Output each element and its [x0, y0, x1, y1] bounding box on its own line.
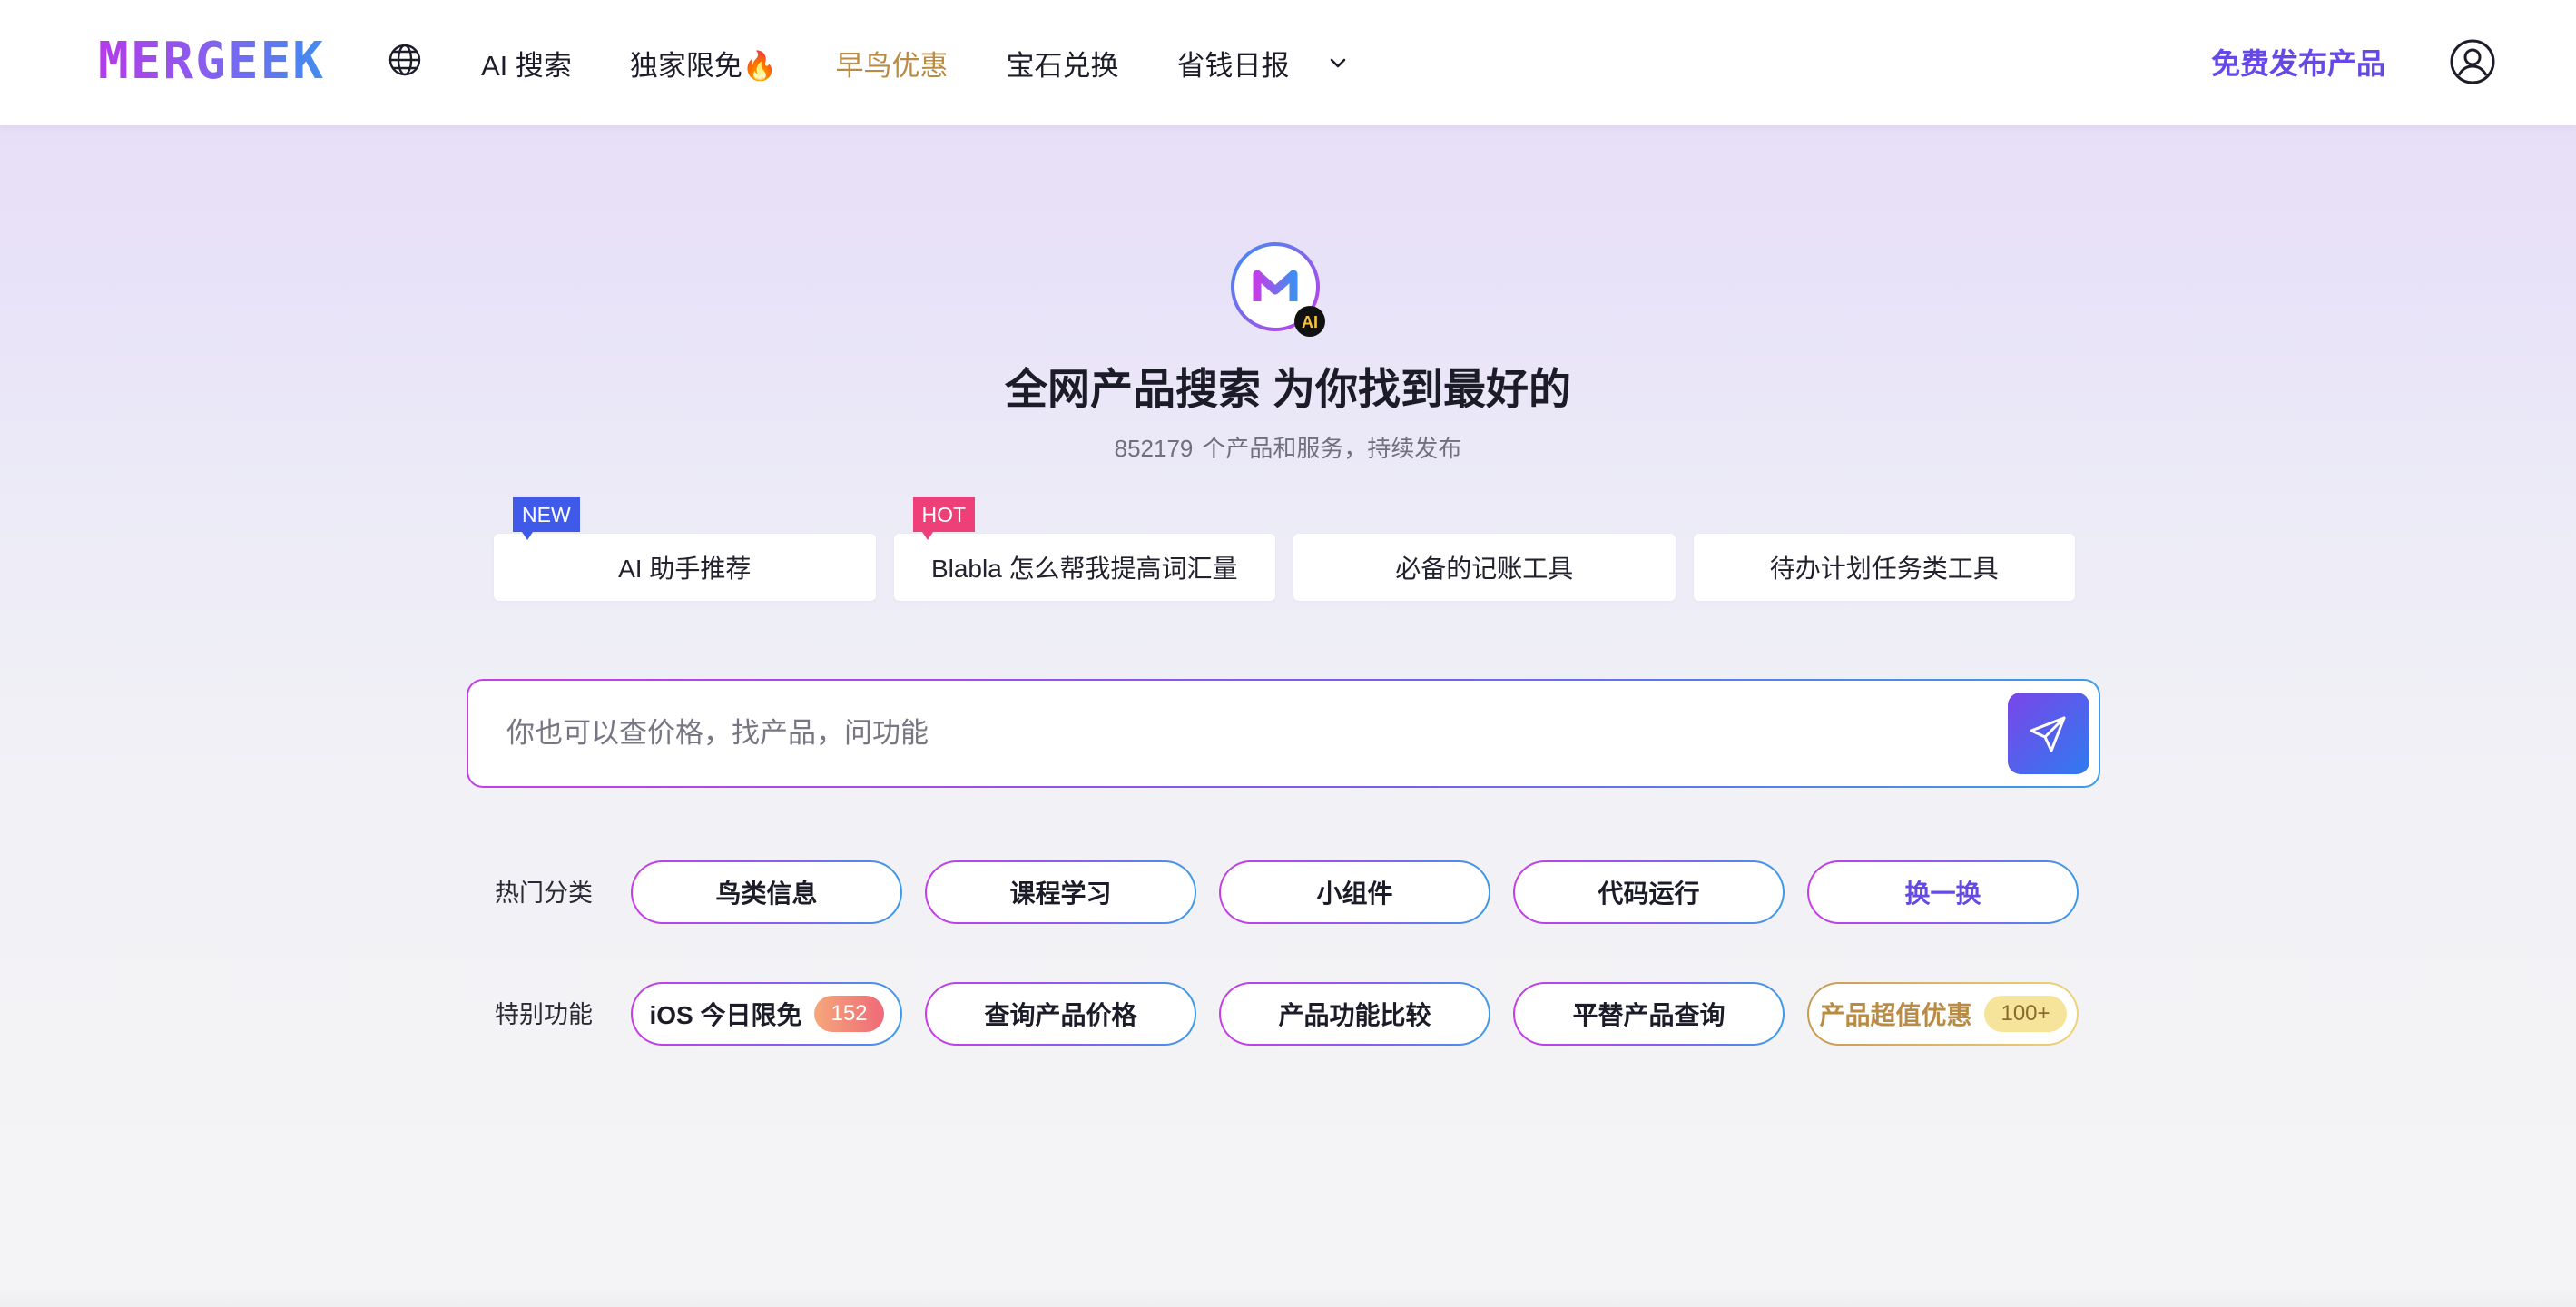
count-badge: 152 — [814, 996, 884, 1032]
feature-label: 查询产品价格 — [984, 1001, 1137, 1029]
ios-free-today-pill[interactable]: iOS 今日限免 152 — [631, 982, 902, 1046]
suggestion-label: 待办计划任务类工具 — [1769, 555, 1999, 583]
send-icon — [2030, 716, 2066, 752]
suggestion-card[interactable]: 必备的记账工具 — [1293, 534, 1676, 601]
feature-pill[interactable]: 产品功能比较 — [1219, 982, 1490, 1046]
suggestion-label: 必备的记账工具 — [1395, 555, 1574, 583]
suggestion-label: Blabla 怎么帮我提高词汇量 — [930, 555, 1238, 583]
new-tag: NEW — [513, 497, 580, 540]
hot-tag: HOT — [912, 497, 976, 540]
nav-savings-daily[interactable]: 省钱日报 — [1177, 43, 1290, 84]
category-label: 鸟类信息 — [715, 880, 818, 908]
feature-pill[interactable]: 查询产品价格 — [925, 982, 1196, 1046]
feature-label: 产品超值优惠 — [1819, 1001, 1972, 1029]
mergeek-ai-logo: AI — [1231, 242, 1325, 337]
special-features-label: 特别功能 — [495, 1001, 593, 1028]
user-icon[interactable] — [2449, 38, 2496, 85]
category-label: 课程学习 — [1009, 880, 1112, 908]
category-label: 小组件 — [1316, 880, 1393, 908]
product-count-subtitle: 852179 个产品和服务，持续发布 — [0, 430, 2576, 464]
nav-exclusive-free[interactable]: 独家限免🔥 — [630, 43, 778, 84]
refresh-label: 换一换 — [1904, 880, 1981, 908]
search-box-inner — [468, 681, 2099, 786]
suggestion-cards: NEW AI 助手推荐 HOT Blabla 怎么帮我提高词汇量 必备的记账工具… — [494, 497, 2075, 601]
suggestion-card[interactable]: NEW AI 助手推荐 — [494, 497, 876, 601]
subtitle-text: 个产品和服务，持续发布 — [1202, 435, 1462, 462]
feature-label: 产品功能比较 — [1278, 1001, 1431, 1029]
nav-early-bird[interactable]: 早鸟优惠 — [836, 43, 949, 84]
deals-pill[interactable]: 产品超值优惠 100+ — [1807, 982, 2079, 1046]
page-title: 全网产品搜索 为你找到最好的 — [1004, 365, 1572, 413]
nav-ai-search[interactable]: AI 搜索 — [481, 43, 572, 84]
page-bottom-edge — [0, 1287, 2576, 1307]
suggestion-label: AI 助手推荐 — [618, 555, 752, 583]
feature-label: 平替产品查询 — [1572, 1001, 1726, 1029]
globe-icon[interactable] — [387, 42, 423, 78]
count-badge: 100+ — [1984, 996, 2067, 1032]
feature-label: iOS 今日限免 — [649, 1001, 802, 1029]
main-nav: AI 搜索 独家限免🔥 早鸟优惠 宝石兑换 省钱日报 — [481, 0, 1348, 125]
category-pill[interactable]: 课程学习 — [925, 860, 1196, 924]
suggestion-card[interactable]: HOT Blabla 怎么帮我提高词汇量 — [893, 497, 1275, 601]
category-pill[interactable]: 小组件 — [1219, 860, 1490, 924]
product-count: 852179 — [1114, 435, 1194, 462]
category-pill[interactable]: 代码运行 — [1513, 860, 1785, 924]
chevron-down-icon[interactable] — [1325, 50, 1351, 75]
hot-categories-label: 热门分类 — [495, 880, 593, 907]
feature-pill[interactable]: 平替产品查询 — [1513, 982, 1785, 1046]
search-input[interactable] — [506, 681, 1959, 786]
nav-gem-exchange[interactable]: 宝石兑换 — [1007, 43, 1119, 84]
send-button[interactable] — [2008, 693, 2089, 774]
category-label: 代码运行 — [1598, 880, 1700, 908]
top-nav-bar: MERGEEK AI 搜索 独家限免🔥 早鸟优惠 宝石兑换 省钱日报 免费发布产… — [0, 0, 2576, 125]
special-features-row: iOS 今日限免 152 查询产品价格 产品功能比较 平替产品查询 产品超值优惠… — [631, 982, 2079, 1046]
publish-product-link[interactable]: 免费发布产品 — [2211, 41, 2385, 83]
refresh-categories-button[interactable]: 换一换 — [1807, 860, 2079, 924]
search-box — [467, 679, 2100, 788]
ai-badge: AI — [1302, 313, 1318, 331]
suggestion-card[interactable]: 待办计划任务类工具 — [1693, 534, 2075, 601]
mergeek-logo[interactable]: MERGEEK — [98, 33, 325, 91]
category-pill[interactable]: 鸟类信息 — [631, 860, 902, 924]
hot-categories-row: 鸟类信息 课程学习 小组件 代码运行 换一换 — [631, 860, 2079, 924]
